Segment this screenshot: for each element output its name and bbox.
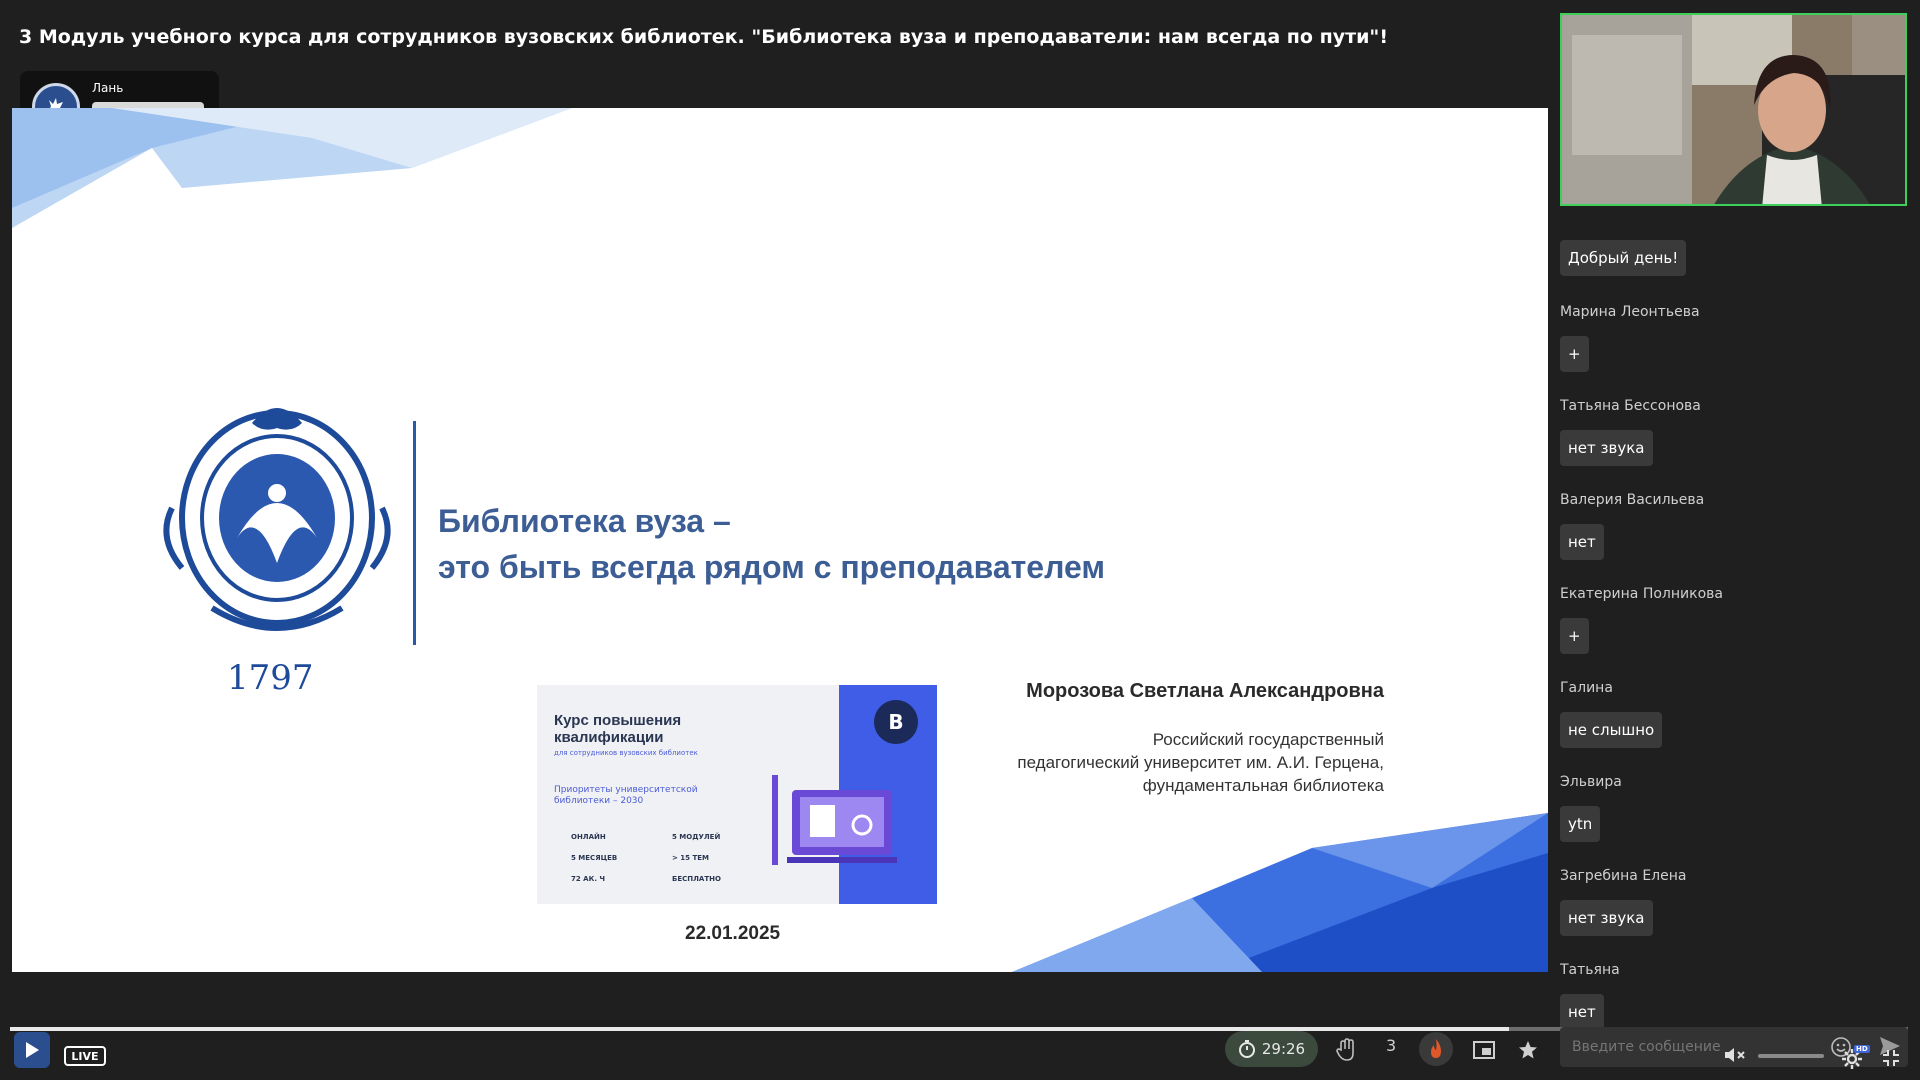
chat-message: нет xyxy=(1560,524,1604,560)
affiliation-line: фундаментальная библиотека xyxy=(1142,776,1384,795)
pip-icon xyxy=(1473,1041,1495,1059)
settings-button[interactable]: HD xyxy=(1838,1045,1870,1073)
volume-slider[interactable] xyxy=(1758,1054,1824,1058)
volume-muted-icon xyxy=(1725,1048,1745,1062)
chat-author[interactable]: Загребина Елена xyxy=(1560,868,1686,884)
play-icon xyxy=(26,1042,39,1058)
course-meta-item: ОНЛАЙН xyxy=(571,833,606,841)
hand-icon xyxy=(1336,1038,1354,1061)
course-priority-line: Приоритеты университетской xyxy=(554,785,698,795)
timer-value: 29:26 xyxy=(1261,1040,1306,1058)
play-button[interactable] xyxy=(14,1032,50,1068)
favorite-button[interactable] xyxy=(1512,1034,1544,1066)
chat-author[interactable]: Галина xyxy=(1560,680,1613,696)
chat-message: + xyxy=(1560,618,1589,654)
stopwatch-icon xyxy=(1238,1040,1255,1058)
course-subtitle: для сотрудников вузовских библиотек xyxy=(554,749,698,757)
channel-name[interactable]: Лань xyxy=(92,81,123,95)
course-title: Курс повышения квалификации xyxy=(554,712,681,746)
affiliation-line: Российский государственный xyxy=(1152,730,1384,749)
course-meta-item: 72 АК. Ч xyxy=(571,875,606,883)
course-meta-item: БЕСПЛАТНО xyxy=(672,875,721,883)
university-emblem-icon xyxy=(163,408,391,631)
fire-icon xyxy=(1431,1039,1441,1058)
star-icon xyxy=(1519,1041,1537,1059)
course-priority: Приоритеты университетской библиотеки – … xyxy=(554,785,698,807)
speaker-webcam[interactable] xyxy=(1560,13,1907,206)
chat-message: ytn xyxy=(1560,806,1601,842)
chat-message: + xyxy=(1560,336,1589,372)
course-logo: B xyxy=(874,700,918,744)
chat-panel: Добрый день! Марина Леонтьева + Татьяна … xyxy=(1560,240,1910,1030)
live-badge[interactable]: LIVE xyxy=(64,1046,106,1066)
picture-in-picture-button[interactable] xyxy=(1468,1034,1500,1066)
chat-author[interactable]: Эльвира xyxy=(1560,774,1622,790)
reaction-count: 3 xyxy=(1386,1036,1397,1055)
chat-message: нет звука xyxy=(1560,430,1653,466)
chat-author[interactable]: Татьяна xyxy=(1560,962,1620,978)
presentation-slide: 1797 Библиотека вуза – это быть всегда р… xyxy=(12,108,1548,972)
course-illustration-icon xyxy=(772,775,897,865)
affiliation-line: педагогический университет им. А.И. Герц… xyxy=(1017,753,1384,772)
course-meta-item: 5 МЕСЯЦЕВ xyxy=(571,854,618,862)
course-title-line: Курс повышения xyxy=(554,712,682,729)
speaker-affiliation: Российский государственный педагогически… xyxy=(1017,728,1384,797)
chat-author[interactable]: Валерия Васильева xyxy=(1560,492,1704,508)
founding-year: 1797 xyxy=(227,658,314,698)
exit-fullscreen-button[interactable] xyxy=(1878,1045,1904,1071)
fire-reaction-button[interactable] xyxy=(1419,1032,1453,1066)
slide-date: 22.01.2025 xyxy=(685,923,781,944)
speaker-name: Морозова Светлана Александровна xyxy=(1026,680,1384,702)
course-banner: B Курс повышения квалификации для сотруд… xyxy=(537,685,937,904)
divider-line xyxy=(413,421,416,645)
course-meta-item: > 15 ТЕМ xyxy=(672,854,710,862)
course-meta-item: 5 МОДУЛЕЙ xyxy=(672,833,721,841)
mute-button[interactable] xyxy=(1722,1040,1748,1070)
course-priority-line: библиотеки – 2030 xyxy=(554,796,644,806)
speaker-video-feed xyxy=(1562,15,1905,204)
headline-line-2: это быть всегда рядом с преподавателем xyxy=(438,549,1106,585)
chat-message: не слышно xyxy=(1560,712,1663,748)
video-page: 3 Модуль учебного курса для сотрудников … xyxy=(0,0,1920,1080)
slide-headline: Библиотека вуза – это быть всегда рядом … xyxy=(438,498,1105,590)
chat-message: Добрый день! xyxy=(1560,240,1687,276)
stream-timer: 29:26 xyxy=(1225,1031,1318,1067)
headline-line-1: Библиотека вуза – xyxy=(438,503,731,539)
course-title-line: квалификации xyxy=(554,729,664,746)
chat-author[interactable]: Екатерина Полникова xyxy=(1560,586,1723,602)
raise-hand-button[interactable] xyxy=(1331,1034,1363,1066)
hd-badge: HD xyxy=(1854,1045,1870,1053)
video-title: 3 Модуль учебного курса для сотрудников … xyxy=(19,26,1388,48)
chat-author[interactable]: Татьяна Бессонова xyxy=(1560,398,1701,414)
exit-fullscreen-icon xyxy=(1883,1050,1899,1066)
chat-message: нет звука xyxy=(1560,900,1653,936)
chat-message: нет xyxy=(1560,994,1604,1030)
chat-author[interactable]: Марина Леонтьева xyxy=(1560,304,1700,320)
